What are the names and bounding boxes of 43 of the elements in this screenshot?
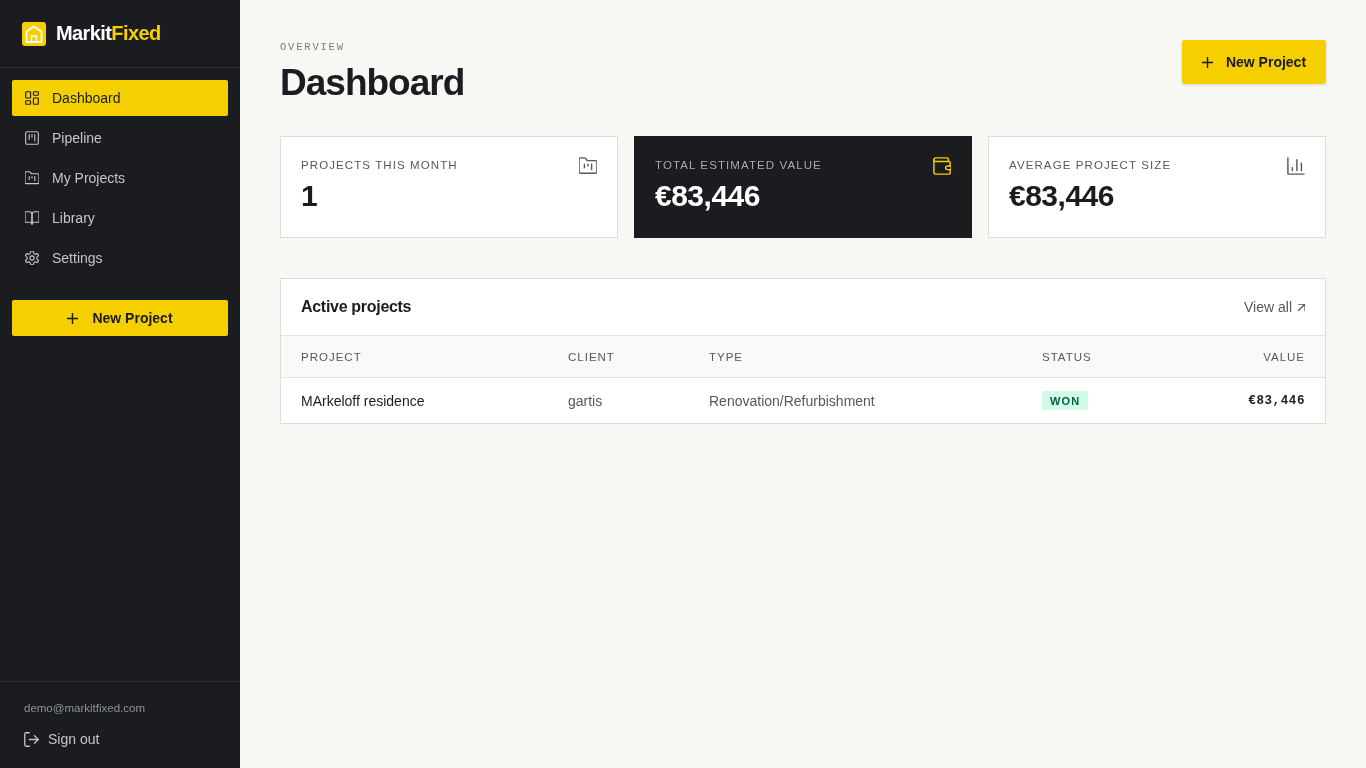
column-header: VALUE: [1263, 350, 1305, 363]
table-cell-text: MArkeloff residence: [301, 392, 426, 409]
page-title: Dashboard: [280, 62, 465, 104]
table-title: Active projects: [301, 298, 412, 316]
column-header: CLIENT: [568, 350, 616, 363]
stat-label: TOTAL ESTIMATED VALUE: [655, 159, 822, 171]
arrow-up-right-icon: [1298, 303, 1305, 311]
house-logo-icon: [22, 21, 46, 46]
kanban-icon: [25, 131, 39, 145]
page-eyebrow: OVERVIEW: [280, 40, 346, 54]
column-header: PROJECT: [301, 350, 363, 363]
stat-value: 1: [301, 179, 319, 213]
column-header: STATUS: [1042, 350, 1093, 363]
brand-name: MarkitFixed: [56, 22, 161, 45]
view-all-link[interactable]: View all: [1244, 299, 1305, 315]
user-email: demo@markitfixed.com: [24, 702, 146, 714]
stat-value: €83,446: [1009, 179, 1115, 213]
nav-item[interactable]: Pipeline: [12, 120, 228, 156]
sign-out-link[interactable]: Sign out: [24, 728, 216, 750]
nav-item[interactable]: Library: [12, 200, 228, 236]
nav-item[interactable]: Dashboard: [12, 80, 228, 116]
dashboard-icon: [25, 91, 39, 105]
plus-icon: [67, 312, 79, 324]
new-project-button[interactable]: New Project: [1182, 40, 1326, 84]
stat-label: PROJECTS THIS MONTH: [301, 159, 458, 171]
wallet-icon: [933, 157, 951, 175]
sign-out-icon: [24, 731, 39, 747]
table-cell-text: gartis: [568, 392, 604, 409]
status-badge: WON: [1042, 391, 1089, 410]
nav-item[interactable]: Settings: [12, 240, 228, 276]
column-header: TYPE: [709, 350, 745, 363]
folder-icon: [579, 157, 597, 175]
bar-chart-icon: [1287, 157, 1305, 175]
stat-value: €83,446: [655, 179, 761, 213]
settings-icon: [25, 251, 39, 265]
stat-label: AVERAGE PROJECT SIZE: [1009, 159, 1172, 171]
table-cell-text: Renovation/Refurbishment: [709, 392, 876, 409]
new-project-button[interactable]: New Project: [12, 300, 228, 336]
folder-icon: [25, 171, 39, 185]
book-icon: [25, 211, 39, 225]
plus-icon: [1201, 56, 1213, 68]
nav-item[interactable]: My Projects: [12, 160, 228, 196]
table-cell: €83,446: [1248, 393, 1305, 408]
